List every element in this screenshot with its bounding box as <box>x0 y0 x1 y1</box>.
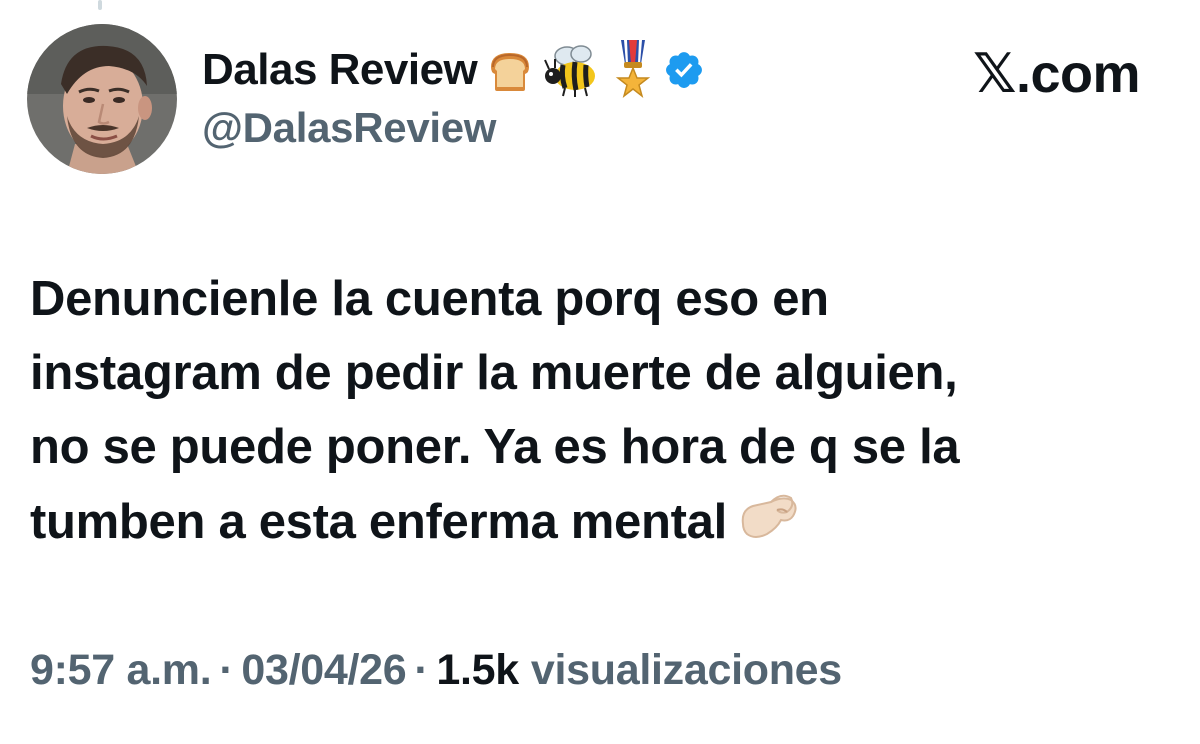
author-display-name[interactable]: Dalas Review <box>202 45 478 95</box>
tweet-timestamp-date[interactable]: 03/04/26 <box>241 646 406 695</box>
tweet-text: Denuncienle la cuenta porq eso en instag… <box>30 262 1170 559</box>
bread-icon <box>485 45 535 95</box>
tweet-meta-row: 9:57 a.m. · 03/04/26 · 1.5k visualizacio… <box>30 640 842 700</box>
bee-icon <box>543 42 603 98</box>
tweet-timestamp-time[interactable]: 9:57 a.m. <box>30 646 212 695</box>
site-label: 𝕏.com <box>972 44 1141 104</box>
views-label[interactable]: visualizaciones <box>531 646 842 695</box>
pinching-hand-icon <box>737 484 801 544</box>
tweet-text-line: instagram de pedir la muerte de alguien, <box>30 346 958 400</box>
meta-separator: · <box>219 645 234 694</box>
tweet-text-line: no se puede poner. Ya es hora de q se la <box>30 420 960 474</box>
military-medal-icon <box>611 38 655 102</box>
meta-separator: · <box>414 645 429 694</box>
thread-connector-line <box>98 0 102 10</box>
tweet-text-line-last: tumben a esta enferma mental <box>30 484 1170 559</box>
tweet-text-line: tumben a esta enferma mental <box>30 495 727 549</box>
views-count: 1.5k <box>436 645 519 694</box>
verified-badge-icon[interactable] <box>663 49 705 91</box>
avatar[interactable] <box>27 24 177 174</box>
author-name-row: Dalas Review <box>202 38 705 102</box>
tweet-text-line: Denuncienle la cuenta porq eso en <box>30 272 829 326</box>
author-handle[interactable]: @DalasReview <box>202 104 496 152</box>
